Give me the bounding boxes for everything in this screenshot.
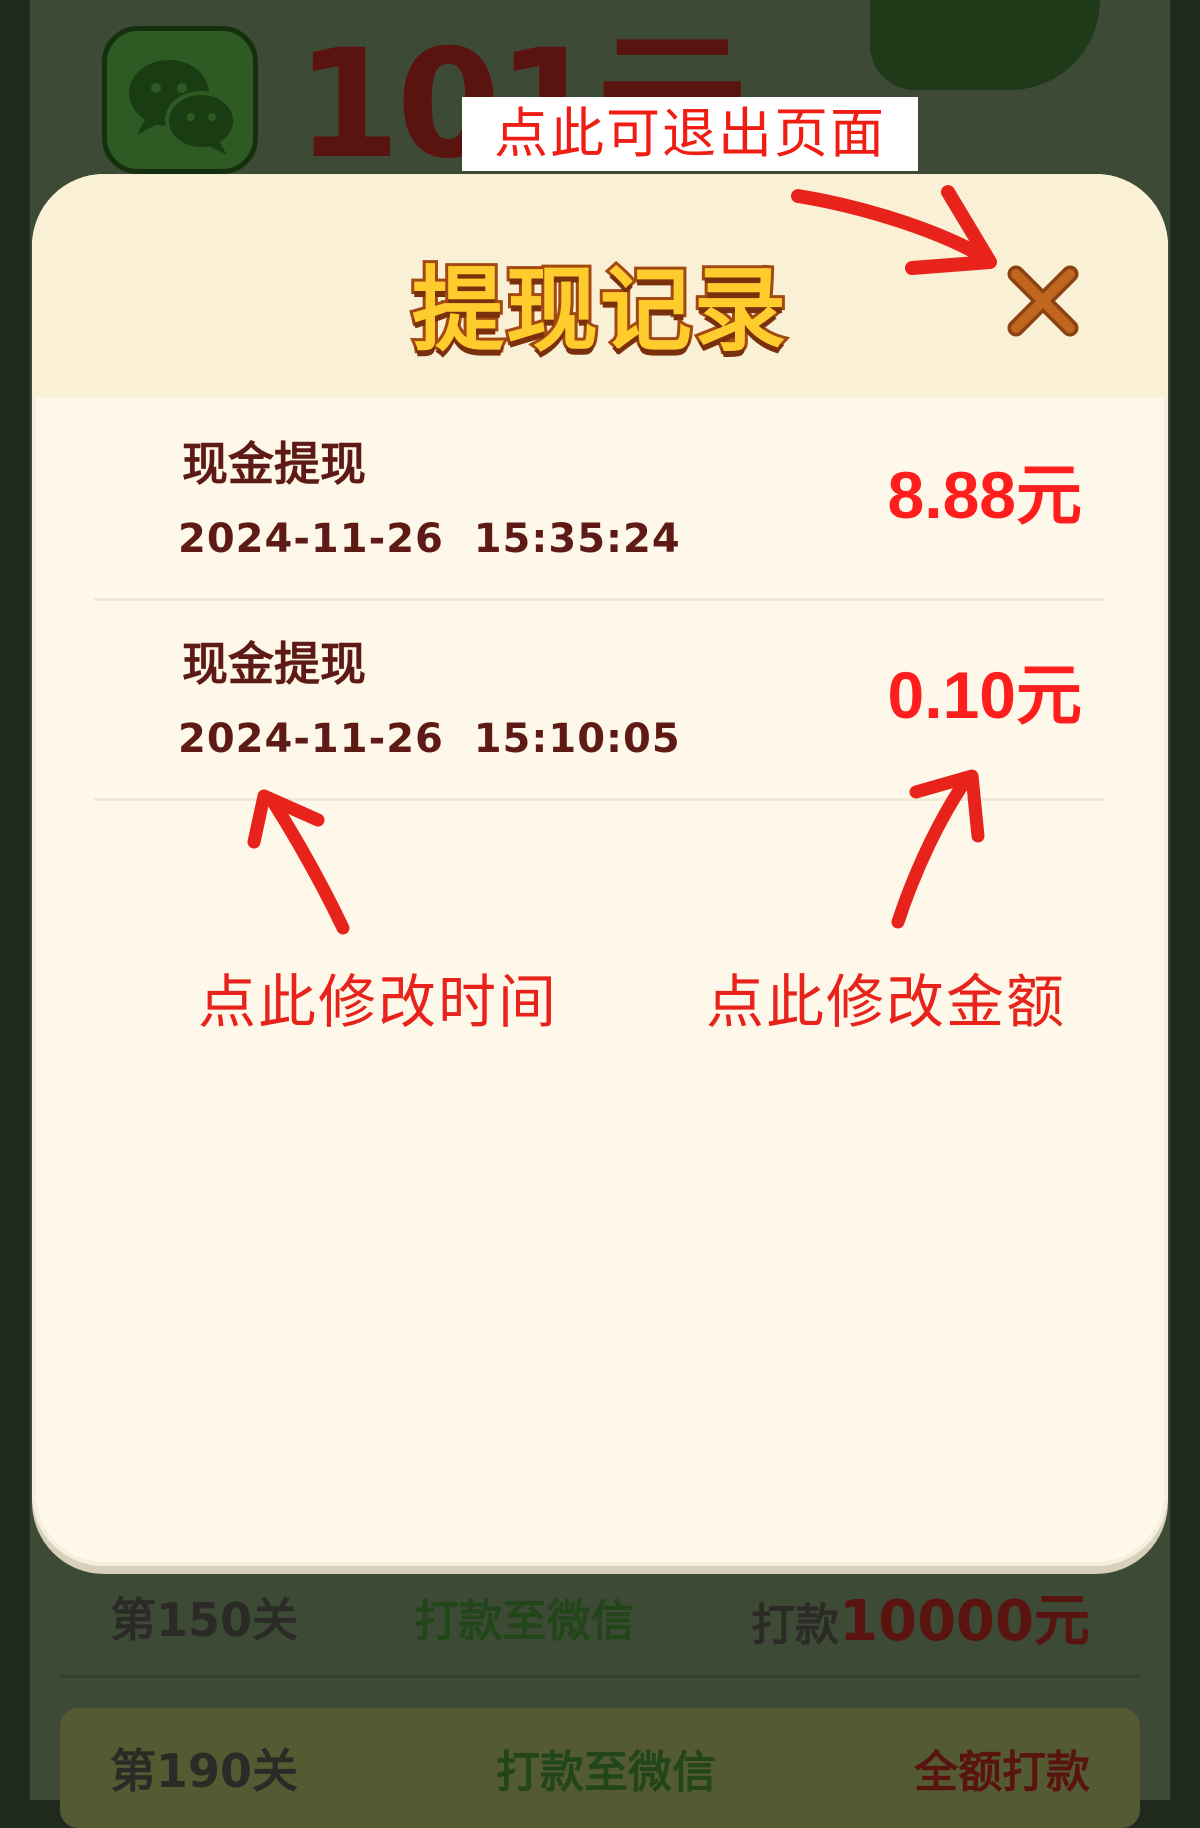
time-hint-annotation: 点此修改时间 xyxy=(198,968,559,1036)
amount-hint-annotation: 点此修改金额 xyxy=(706,968,1067,1036)
arrow-to-amount-icon xyxy=(891,773,973,929)
annotation-arrows xyxy=(247,185,997,935)
